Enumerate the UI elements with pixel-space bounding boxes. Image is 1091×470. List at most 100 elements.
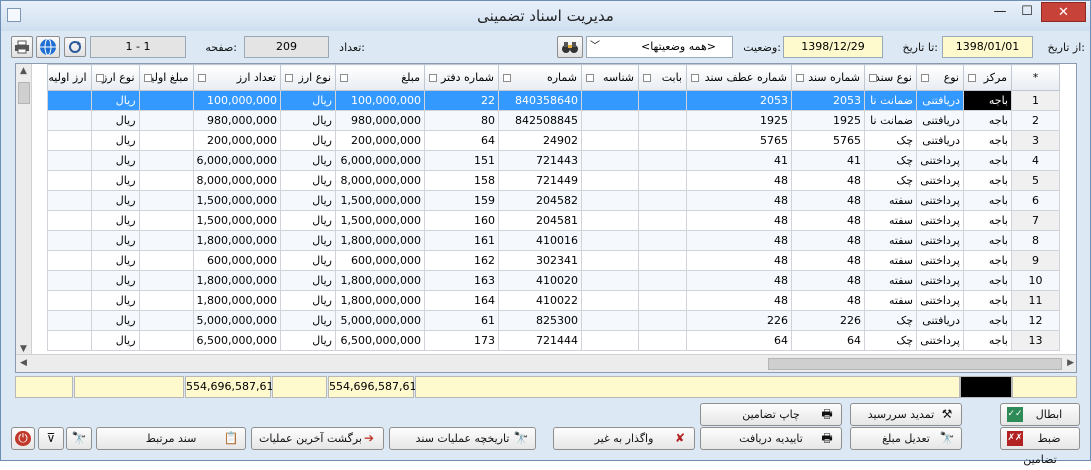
cell-babat[interactable] [638, 330, 687, 351]
table-row[interactable]: 4 باجه پرداختنی چک 41 41 721443 151 6,000,000,00… [47, 150, 1060, 171]
adjust-amount-button[interactable]: 🔭 تعدیل مبلغ [850, 427, 962, 450]
cell-type[interactable]: پرداختنی [916, 290, 964, 311]
cell-cur2[interactable]: ریال [90, 290, 140, 311]
cell-babat[interactable] [638, 170, 687, 191]
cell-init[interactable] [138, 210, 194, 231]
cell-docno[interactable]: 48 [791, 290, 865, 311]
horizontal-scroll-thumb[interactable] [768, 358, 1062, 370]
cell-amount[interactable]: 1,800,000,000 [335, 230, 425, 251]
cell-init2[interactable] [47, 310, 92, 331]
cell-type[interactable]: پرداختنی [916, 250, 964, 271]
cell-number[interactable]: 721444 [498, 330, 582, 351]
cell-amount[interactable]: 200,000,000 [335, 130, 425, 151]
undo-last-button[interactable]: ➔ برگشت آخرین عملیات [251, 427, 384, 450]
cell-doctype[interactable]: چک [864, 130, 917, 151]
cell-cur[interactable]: ریال [280, 210, 336, 231]
internet-button[interactable] [36, 36, 60, 58]
cell-cur[interactable]: ریال [280, 190, 336, 211]
related-doc-button[interactable]: 📋 سند مرتبط [96, 427, 246, 450]
row-number[interactable]: 4 [1011, 150, 1060, 171]
cell-init2[interactable] [47, 330, 92, 351]
cell-babat[interactable] [638, 110, 687, 131]
col-header-babat[interactable]: بابت [638, 64, 687, 91]
find-button[interactable]: 🔭 [66, 427, 92, 450]
col-header-qty[interactable]: تعداد ارز [192, 64, 282, 91]
cell-center[interactable]: باجه [963, 270, 1012, 291]
cell-cur2[interactable]: ریال [90, 190, 140, 211]
cell-init[interactable] [138, 170, 194, 191]
cell-amount[interactable]: 6,500,000,000 [335, 330, 425, 351]
cell-type[interactable]: پرداختنی [916, 270, 964, 291]
cell-id[interactable] [581, 330, 639, 351]
cell-qty[interactable]: 1,800,000,000 [192, 290, 282, 311]
cell-ref[interactable]: 48 [686, 270, 792, 291]
cell-book[interactable]: 164 [424, 290, 499, 311]
cell-qty[interactable]: 1,800,000,000 [192, 270, 282, 291]
cell-cur[interactable]: ریال [280, 150, 336, 171]
cell-doctype[interactable]: چک [864, 170, 917, 191]
cell-type[interactable]: دریافتنی [916, 110, 964, 131]
cell-doctype[interactable]: سفته [864, 250, 917, 271]
cell-id[interactable] [581, 90, 639, 111]
cell-docno[interactable]: 48 [791, 270, 865, 291]
row-number[interactable]: 12 [1011, 310, 1060, 331]
cell-center[interactable]: باجه [963, 90, 1012, 111]
cell-number[interactable]: 721443 [498, 150, 582, 171]
cell-book[interactable]: 161 [424, 230, 499, 251]
cell-number[interactable]: 410016 [498, 230, 582, 251]
table-row[interactable]: 12 باجه دریافتنی چک 226 226 825300 61 5,000,000,… [47, 310, 1060, 331]
cell-docno[interactable]: 5765 [791, 130, 865, 151]
documents-grid[interactable]: * مرکز نوع نوع سند شماره سند شماره عطف س… [15, 63, 1077, 373]
assign-to-other-button[interactable]: ✘ واگذار به غیر [553, 427, 695, 450]
cell-docno[interactable]: 48 [791, 170, 865, 191]
cell-init2[interactable] [47, 170, 92, 191]
cell-type[interactable]: پرداختنی [916, 150, 964, 171]
table-row[interactable]: 8 باجه پرداختنی سفته 48 48 410016 161 1,800,000,… [47, 230, 1060, 251]
cell-center[interactable]: باجه [963, 190, 1012, 211]
scroll-down-icon[interactable]: ▼ [20, 344, 27, 354]
cell-center[interactable]: باجه [963, 130, 1012, 151]
cell-init[interactable] [138, 130, 194, 151]
cell-qty[interactable]: 6,000,000,000 [192, 150, 282, 171]
col-header-currency[interactable]: نوع ارز [280, 64, 336, 91]
cell-book[interactable]: 162 [424, 250, 499, 271]
cell-center[interactable]: باجه [963, 330, 1012, 351]
cell-ref[interactable]: 226 [686, 310, 792, 331]
cell-babat[interactable] [638, 150, 687, 171]
cell-init[interactable] [138, 270, 194, 291]
cell-init2[interactable] [47, 290, 92, 311]
table-row[interactable]: 2 باجه دریافتنی ضمانت نا 1925 1925 842508845 80… [47, 110, 1060, 131]
cell-docno[interactable]: 1925 [791, 110, 865, 131]
cell-docno[interactable]: 41 [791, 150, 865, 171]
cell-init[interactable] [138, 310, 194, 331]
from-date-field[interactable]: 1398/01/01 [942, 36, 1033, 58]
cell-doctype[interactable]: سفته [864, 210, 917, 231]
cell-cur[interactable]: ریال [280, 290, 336, 311]
row-number[interactable]: 10 [1011, 270, 1060, 291]
cell-doctype[interactable]: چک [864, 310, 917, 331]
cell-center[interactable]: باجه [963, 290, 1012, 311]
horizontal-scrollbar[interactable]: ◀ ▶ [16, 354, 1076, 372]
cell-init2[interactable] [47, 270, 92, 291]
cell-amount[interactable]: 980,000,000 [335, 110, 425, 131]
cell-cur2[interactable]: ریال [90, 270, 140, 291]
cell-qty[interactable]: 1,800,000,000 [192, 230, 282, 251]
row-number[interactable]: 3 [1011, 130, 1060, 151]
cell-cur2[interactable]: ریال [90, 330, 140, 351]
col-header-number[interactable]: شماره [498, 64, 582, 91]
cell-babat[interactable] [638, 310, 687, 331]
cell-number[interactable]: 721449 [498, 170, 582, 191]
cell-doctype[interactable]: ضمانت نا [864, 90, 917, 111]
cell-init2[interactable] [47, 190, 92, 211]
cell-cur[interactable]: ریال [280, 110, 336, 131]
cell-docno[interactable]: 48 [791, 250, 865, 271]
cell-babat[interactable] [638, 230, 687, 251]
cell-cur2[interactable]: ریال [90, 210, 140, 231]
table-row[interactable]: 5 باجه پرداختنی چک 48 48 721449 158 8,000,000,00… [47, 170, 1060, 191]
cell-docno[interactable]: 48 [791, 230, 865, 251]
cancel-guarantees-button[interactable]: ✓✓ابطال تضامین [1000, 403, 1080, 442]
cell-book[interactable]: 64 [424, 130, 499, 151]
row-number[interactable]: 9 [1011, 250, 1060, 271]
cell-type[interactable]: پرداختنی [916, 190, 964, 211]
cell-init[interactable] [138, 110, 194, 131]
